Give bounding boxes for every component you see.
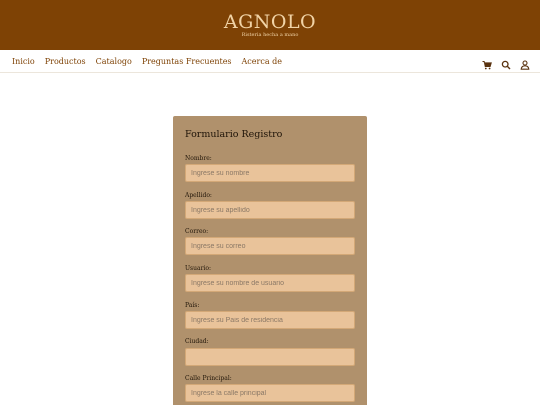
nav-link-catalogo[interactable]: Catalogo [96, 57, 132, 66]
calle-principal-input[interactable] [185, 384, 355, 402]
apellido-input[interactable] [185, 201, 355, 219]
ciudad-input[interactable] [185, 348, 355, 366]
brand-logo[interactable]: AGNOLO [224, 12, 316, 32]
pais-input[interactable] [185, 311, 355, 329]
nav-link-preguntas-frecuentes[interactable]: Preguntas Frecuentes [142, 57, 232, 66]
nav-link-acerca-de[interactable]: Acerca de [242, 57, 282, 66]
nav-link-productos[interactable]: Productos [45, 57, 86, 66]
nav-icon-group [482, 55, 530, 70]
registration-form: Formulario Registro Nombre: Apellido: Co… [173, 116, 367, 405]
brand-tagline: Risteria hecha a mano [241, 31, 299, 38]
user-icon[interactable] [520, 55, 530, 70]
site-header: AGNOLO Risteria hecha a mano [0, 0, 540, 50]
correo-input[interactable] [185, 237, 355, 255]
usuario-input[interactable] [185, 274, 355, 292]
apellido-label: Apellido: [185, 192, 212, 199]
nombre-label: Nombre: [185, 155, 212, 162]
usuario-label: Usuario: [185, 265, 211, 272]
form-title: Formulario Registro [185, 129, 283, 140]
calle-principal-label: Calle Principal: [185, 375, 232, 382]
search-icon[interactable] [501, 55, 511, 70]
nombre-input[interactable] [185, 164, 355, 182]
correo-label: Correo: [185, 228, 209, 235]
ciudad-label: Ciudad: [185, 338, 209, 345]
nav-link-inicio[interactable]: Inicio [12, 57, 35, 66]
pais-label: País: [185, 302, 200, 309]
main-nav: Inicio Productos Catalogo Preguntas Frec… [0, 50, 540, 73]
cart-icon[interactable] [482, 55, 492, 70]
